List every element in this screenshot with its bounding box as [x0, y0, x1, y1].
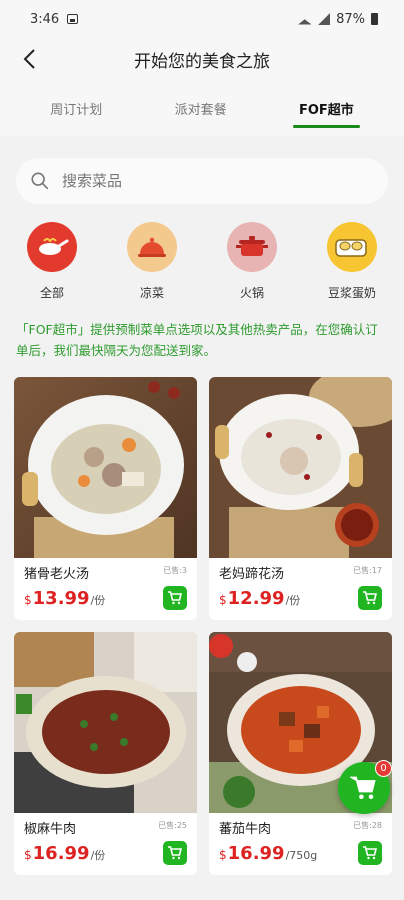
search-input[interactable]: [61, 172, 374, 190]
tab-fof-market[interactable]: FOF超市: [292, 89, 360, 128]
status-right: 87%: [298, 12, 378, 27]
wifi-icon: [298, 13, 313, 25]
product-info: 蕃茄牛肉 已售:28 $ 16.99 /750g: [209, 813, 392, 875]
category-label: 豆浆蛋奶: [327, 286, 376, 300]
category-cold-dishes[interactable]: 凉菜: [120, 222, 184, 301]
status-bar: 3:46 87%: [0, 0, 404, 38]
price-unit: /份: [285, 594, 301, 607]
signal-icon: [318, 13, 331, 25]
search-icon: [31, 172, 49, 190]
price-unit: /份: [90, 849, 106, 862]
product-price: 16.99: [32, 843, 90, 864]
category-label: 凉菜: [139, 286, 164, 300]
product-image: [209, 377, 392, 558]
product-image: [14, 632, 197, 813]
product-sold-count: 已售:3: [163, 566, 187, 575]
price-currency: $: [219, 593, 227, 607]
product-card[interactable]: 老妈蹄花汤 已售:17 $ 12.99 /份: [209, 377, 392, 620]
tab-party-set[interactable]: 派对套餐: [171, 89, 231, 128]
cloche-icon: [127, 222, 177, 272]
category-soymilk-eggs-dairy[interactable]: 豆浆蛋奶: [320, 222, 384, 301]
category-row: 全部 凉菜 火锅 豆浆蛋奶: [0, 222, 404, 301]
cart-count-badge: 0: [375, 760, 392, 777]
eggs-icon: [327, 222, 377, 272]
product-price: 16.99: [227, 843, 285, 864]
product-sold-count: 已售:17: [353, 566, 382, 575]
price-currency: $: [24, 848, 32, 862]
wok-icon: [27, 222, 77, 272]
add-to-cart-button[interactable]: [163, 586, 187, 610]
chevron-left-icon: [23, 49, 35, 69]
tab-weekly-plan[interactable]: 周订计划: [46, 89, 106, 128]
product-sold-count: 已售:25: [158, 821, 187, 830]
add-to-cart-button[interactable]: [163, 841, 187, 865]
header: 开始您的美食之旅: [0, 38, 404, 80]
status-time: 3:46: [30, 11, 60, 27]
product-card[interactable]: 椒麻牛肉 已售:25 $ 16.99 /份: [14, 632, 197, 875]
status-left: 3:46: [30, 11, 79, 27]
floating-cart-button[interactable]: 0: [338, 760, 392, 814]
battery-percent: 87%: [336, 11, 365, 27]
category-label: 全部: [39, 286, 64, 300]
tab-bar: 周订计划 派对套餐 FOF超市: [0, 80, 404, 136]
product-image: [14, 377, 197, 558]
price-unit: /份: [90, 594, 106, 607]
price-unit: /750g: [285, 849, 318, 862]
product-sold-count: 已售:28: [353, 821, 382, 830]
category-all[interactable]: 全部: [20, 222, 84, 301]
product-price: 13.99: [32, 588, 90, 609]
gallery-notification-icon: [67, 14, 79, 24]
product-card[interactable]: 蕃茄牛肉 已售:28 $ 16.99 /750g: [209, 632, 392, 875]
product-info: 猪骨老火汤 已售:3 $ 13.99 /份: [14, 558, 197, 620]
cart-icon: [168, 591, 183, 605]
notice-text: 「FOF超市」提供预制菜单点选项以及其他热卖产品，在您确认订单后，我们最快隔天为…: [16, 322, 378, 358]
product-card[interactable]: 猪骨老火汤 已售:3 $ 13.99 /份: [14, 377, 197, 620]
add-to-cart-button[interactable]: [358, 586, 382, 610]
product-price: 12.99: [227, 588, 285, 609]
shopping-cart-icon: [350, 776, 376, 800]
cart-icon: [363, 846, 378, 860]
price-currency: $: [219, 848, 227, 862]
price-currency: $: [24, 593, 32, 607]
page-title: 开始您的美食之旅: [134, 51, 270, 72]
add-to-cart-button[interactable]: [358, 841, 382, 865]
back-button[interactable]: [14, 44, 44, 74]
search-section: [0, 158, 404, 204]
category-hotpot[interactable]: 火锅: [220, 222, 284, 301]
product-info: 老妈蹄花汤 已售:17 $ 12.99 /份: [209, 558, 392, 620]
battery-icon: [371, 13, 378, 25]
product-info: 椒麻牛肉 已售:25 $ 16.99 /份: [14, 813, 197, 875]
category-label: 火锅: [239, 286, 264, 300]
cart-icon: [363, 591, 378, 605]
hotpot-icon: [227, 222, 277, 272]
search-bar[interactable]: [16, 158, 388, 204]
cart-icon: [168, 846, 183, 860]
